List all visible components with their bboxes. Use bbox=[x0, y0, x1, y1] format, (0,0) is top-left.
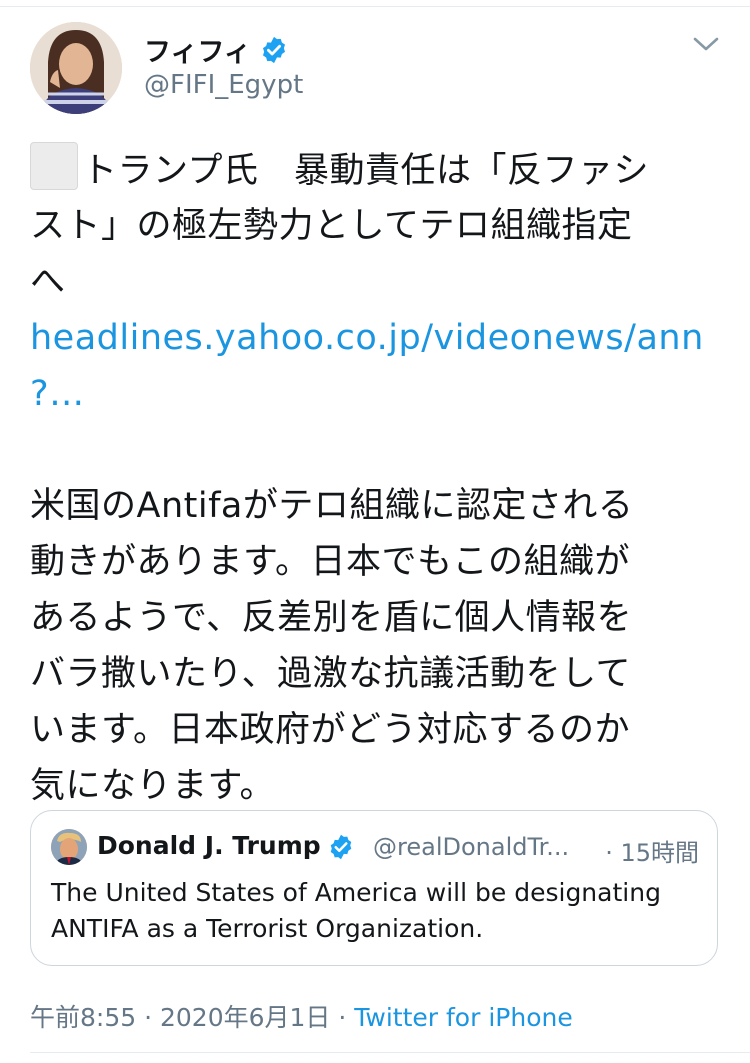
quoted-text-line: The United States of America will be des… bbox=[51, 878, 661, 907]
tweet-line: あるようで、反差別を盾に個人情報を bbox=[30, 598, 633, 638]
tweet-line: います。日本政府がどう対応するのか bbox=[30, 710, 631, 750]
tweet-line: 動きがあります。日本でもこの組織が bbox=[30, 542, 631, 582]
verified-badge-icon bbox=[259, 35, 289, 65]
chevron-down-icon[interactable] bbox=[690, 32, 722, 56]
quoted-author-handle: @realDonaldTr... bbox=[373, 833, 570, 861]
author-display-name[interactable]: フィフィ bbox=[144, 30, 251, 69]
tweet-meta: 午前8:55 · 2020年6月1日 · Twitter for iPhone bbox=[30, 998, 573, 1034]
author-handle[interactable]: @FIFI_Egypt bbox=[144, 70, 303, 100]
tweet-text: トランプ氏 暴動責任は「反ファシ スト」の極左勢力としてテロ組織指定 へ hea… bbox=[30, 142, 730, 814]
tweet-line: スト」の極左勢力としてテロ組織指定 bbox=[30, 206, 633, 246]
tweet-line: トランプ氏 暴動責任は「反ファシ bbox=[30, 142, 730, 198]
missing-emoji-icon bbox=[30, 142, 78, 190]
quoted-author-name: Donald J. Trump bbox=[97, 831, 321, 860]
author-avatar[interactable] bbox=[30, 22, 122, 114]
quoted-author-avatar bbox=[51, 829, 87, 865]
tweet-timestamp[interactable]: 午前8:55 · 2020年6月1日 · bbox=[30, 1003, 354, 1032]
quoted-timestamp: · 15時間 bbox=[605, 839, 699, 867]
bottom-divider bbox=[30, 1052, 750, 1053]
tweet-link[interactable]: headlines.yahoo.co.jp/videonews/ann bbox=[30, 310, 730, 366]
quoted-tweet-card[interactable]: Donald J. Trump @realDonaldTr... · 15時間 … bbox=[30, 810, 718, 966]
tweet-line: へ bbox=[30, 262, 66, 302]
tweet-line: バラ撒いたり、過激な抗議活動をして bbox=[30, 654, 632, 694]
top-divider bbox=[0, 6, 750, 7]
tweet-line: 米国のAntifaがテロ組織に認定される bbox=[30, 486, 634, 526]
tweet-source-link[interactable]: Twitter for iPhone bbox=[354, 1003, 572, 1032]
verified-badge-icon bbox=[327, 833, 355, 861]
tweet-line: 気になります。 bbox=[30, 766, 276, 806]
quoted-text-line: ANTIFA as a Terrorist Organization. bbox=[51, 914, 484, 943]
author-name-row: フィフィ bbox=[144, 30, 289, 69]
tweet-link-continued[interactable]: ?… bbox=[30, 366, 730, 422]
quoted-tweet-text: The United States of America will be des… bbox=[51, 875, 701, 947]
